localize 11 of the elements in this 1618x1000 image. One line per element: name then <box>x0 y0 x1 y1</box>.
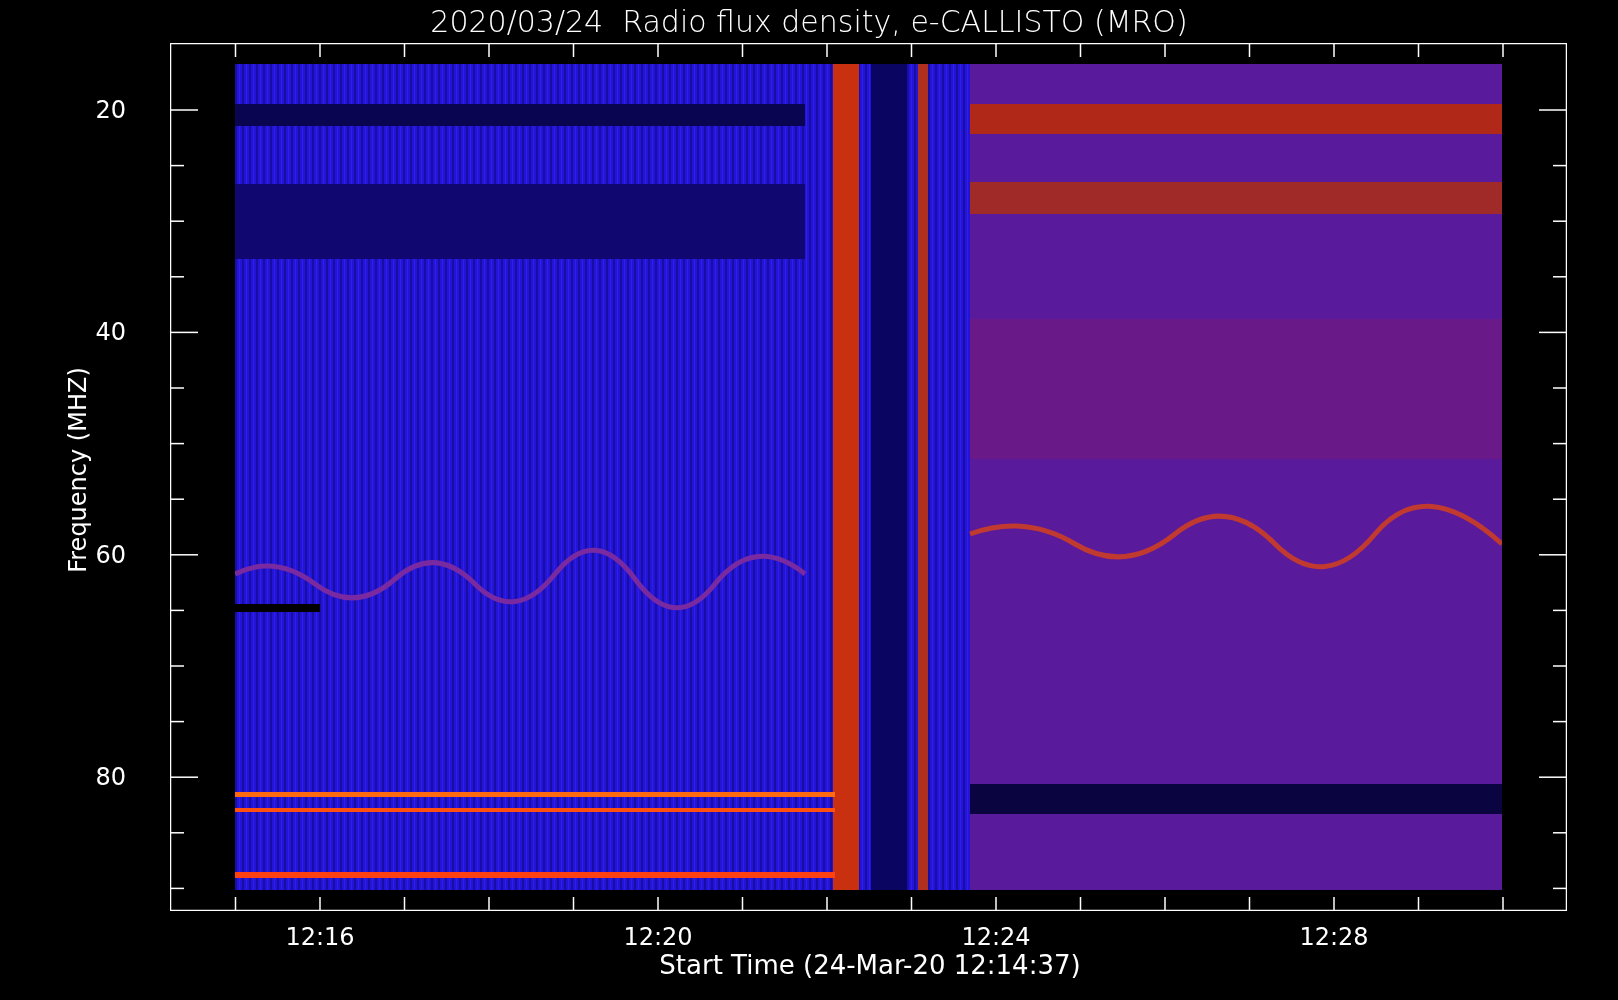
y-tick-label: 60 <box>94 542 126 567</box>
x-tick-label: 12:28 <box>1298 925 1370 949</box>
x-tick-label: 12:24 <box>960 925 1032 949</box>
y-tick-label: 80 <box>94 765 126 790</box>
y-tick-label: 20 <box>94 98 126 122</box>
x-axis-label: Start Time (24-Mar-20 12:14:37) <box>658 952 1082 978</box>
chart-title: 2020/03/24 Radio flux density, e-CALLISTO (MRO) <box>430 6 1188 37</box>
y-axis-label: Frequency (MHZ) <box>66 367 90 573</box>
y-tick-label: 40 <box>94 320 126 345</box>
x-tick-label: 12:16 <box>284 925 356 949</box>
x-tick-label: 12:20 <box>622 925 694 949</box>
